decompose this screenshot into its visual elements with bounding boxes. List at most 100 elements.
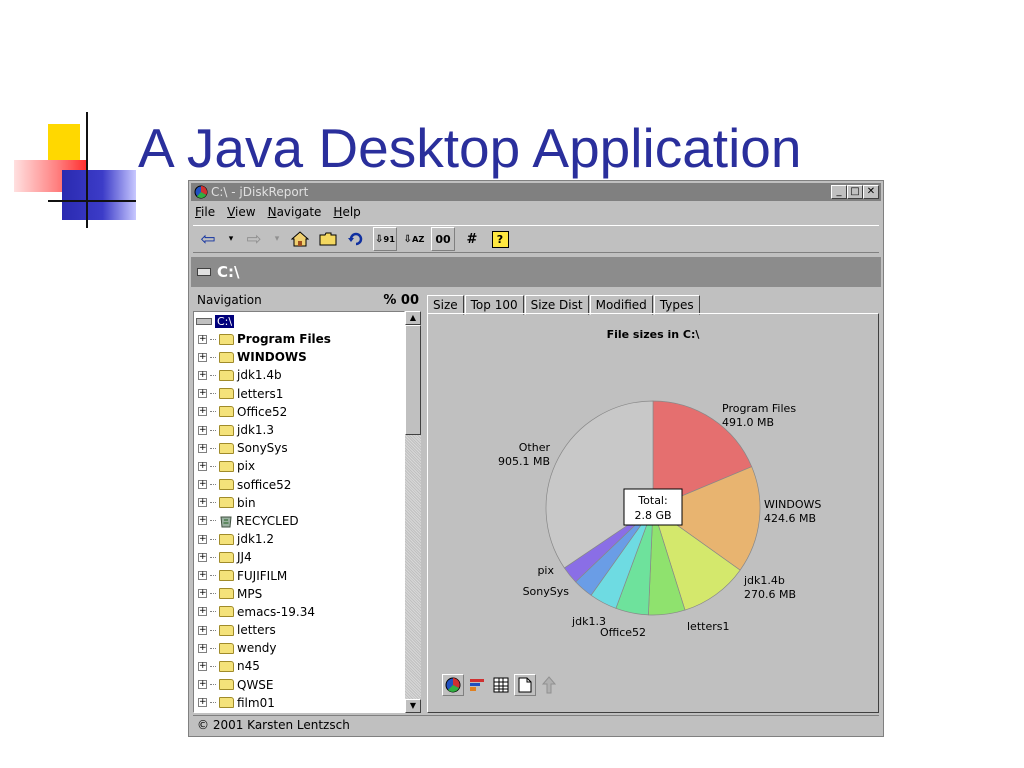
expand-icon[interactable]: + (198, 461, 207, 471)
percent-toggle[interactable]: % 00 (383, 293, 419, 308)
close-button[interactable]: ✕ (863, 185, 879, 199)
table-view-icon[interactable] (490, 674, 512, 696)
expand-icon[interactable]: + (198, 516, 207, 526)
back-icon[interactable]: ⇦ (197, 228, 219, 250)
tree-item[interactable]: + QWSE (194, 676, 404, 694)
tree-scrollbar[interactable]: ▲ ▼ (405, 311, 421, 713)
menu-file[interactable]: File (195, 205, 215, 223)
scroll-up-button[interactable]: ▲ (405, 311, 421, 325)
tree-item-label: SonySys (237, 441, 288, 456)
sort-alpha-icon[interactable]: ⇩ A Z (403, 228, 425, 250)
expand-icon[interactable]: + (198, 498, 207, 508)
navigation-header: Navigation % 00 (193, 291, 423, 309)
tree-connector (210, 411, 216, 413)
tree-item[interactable]: + FUJIFILM (194, 566, 404, 584)
expand-icon[interactable]: + (198, 589, 207, 599)
menu-view[interactable]: View (227, 205, 255, 223)
minimize-button[interactable]: _ (831, 185, 847, 199)
expand-icon[interactable]: + (198, 661, 207, 671)
slice-value-label: 491.0 MB (722, 416, 774, 429)
tree-item[interactable]: + RECYCLED (194, 512, 404, 530)
tree-item[interactable]: + SonySys (194, 439, 404, 457)
tree-item[interactable]: + n45 (194, 657, 404, 675)
title-bar[interactable]: C:\ - jDiskReport _ □ ✕ (191, 183, 881, 201)
tree-item-label: n45 (237, 659, 260, 674)
tree-item[interactable]: + MPS (194, 585, 404, 603)
expand-icon[interactable]: + (198, 425, 207, 435)
pie-view-icon[interactable] (442, 674, 464, 696)
expand-icon[interactable]: + (198, 352, 207, 362)
tree-item[interactable]: + bin (194, 494, 404, 512)
tree-item[interactable]: + Program Files (194, 330, 404, 348)
expand-icon[interactable]: + (198, 607, 207, 617)
tree-item[interactable]: + pix (194, 457, 404, 475)
tree-item[interactable]: + soffice52 (194, 476, 404, 494)
tree-item[interactable]: + wendy (194, 639, 404, 657)
tree-item[interactable]: + Office52 (194, 403, 404, 421)
home-icon[interactable] (289, 228, 311, 250)
tree-item[interactable]: + letters (194, 621, 404, 639)
expand-icon[interactable]: + (198, 480, 207, 490)
scroll-thumb[interactable] (405, 325, 421, 435)
tab-types[interactable]: Types (653, 295, 700, 315)
forward-icon[interactable]: ⇨ (243, 228, 265, 250)
expand-icon[interactable]: + (198, 625, 207, 635)
menu-navigate[interactable]: Navigate (268, 205, 322, 223)
tree-item[interactable]: + film01 (194, 694, 404, 712)
tree-item[interactable]: + letters1 (194, 385, 404, 403)
slide-title: A Java Desktop Application (138, 117, 802, 179)
document-icon[interactable] (514, 674, 536, 696)
tree-item-label: FUJIFILM (237, 568, 288, 583)
tree-item-label: film01 (237, 695, 275, 710)
tree-item[interactable]: + emacs-19.34 (194, 603, 404, 621)
scroll-down-button[interactable]: ▼ (405, 699, 421, 713)
slice-label: Program Files (722, 402, 796, 415)
tree-item[interactable]: + WINDOWS (194, 348, 404, 366)
folder-icon (219, 424, 234, 436)
back-dropdown-icon[interactable]: ▾ (225, 228, 237, 250)
chart-area: File sizes in C:\ Program Files 491.0 MB W… (427, 313, 879, 713)
expand-icon[interactable]: + (198, 334, 207, 344)
tree-root[interactable]: C:\ (194, 312, 404, 330)
up-arrow-icon[interactable] (538, 674, 560, 696)
folder-icon[interactable] (317, 228, 339, 250)
expand-icon[interactable]: + (198, 407, 207, 417)
tab-modified[interactable]: Modified (589, 295, 653, 315)
zero-button[interactable]: 00 (431, 227, 455, 251)
tree-item[interactable]: + jdk1.4b (194, 366, 404, 384)
folder-icon (219, 642, 234, 654)
expand-icon[interactable]: + (198, 552, 207, 562)
tree-item-label: wendy (237, 641, 277, 656)
tree-item-label: MPS (237, 586, 263, 601)
maximize-button[interactable]: □ (847, 185, 863, 199)
folder-icon (219, 533, 234, 545)
bar-view-icon[interactable] (466, 674, 488, 696)
menu-help[interactable]: Help (333, 205, 360, 223)
tree-item[interactable]: + jdk1.2 (194, 530, 404, 548)
expand-icon[interactable]: + (198, 534, 207, 544)
expand-icon[interactable]: + (198, 370, 207, 380)
navigation-panel: Navigation % 00 C:\ + Program Files + WINDO… (193, 291, 423, 713)
tab-top-100[interactable]: Top 100 (464, 295, 524, 315)
refresh-icon[interactable] (345, 228, 367, 250)
help-icon[interactable]: ? (489, 228, 511, 250)
tree-item[interactable]: + JJ4 (194, 548, 404, 566)
window-title: C:\ - jDiskReport (211, 185, 309, 199)
expand-icon[interactable]: + (198, 680, 207, 690)
tab-size[interactable]: Size (427, 295, 464, 315)
tree-item[interactable]: + jdk1.3 (194, 421, 404, 439)
toolbar: ⇦ ▾ ⇨ ▾ ⇩ 9 1 ⇩ A Z 00 # ? (193, 225, 879, 253)
expand-icon[interactable]: + (198, 443, 207, 453)
tree-connector (210, 447, 216, 449)
forward-dropdown-icon[interactable]: ▾ (271, 228, 283, 250)
expand-icon[interactable]: + (198, 698, 207, 708)
hash-button[interactable]: # (461, 228, 483, 250)
tree-connector (210, 593, 216, 595)
expand-icon[interactable]: + (198, 389, 207, 399)
tab-size-dist[interactable]: Size Dist (524, 295, 589, 315)
pie-chart: Program Files491.0 MB WINDOWS424.6 MB jdk1… (498, 400, 821, 639)
expand-icon[interactable]: + (198, 643, 207, 653)
expand-icon[interactable]: + (198, 571, 207, 581)
sort-numeric-icon[interactable]: ⇩ 9 1 (373, 227, 397, 251)
drive-icon (196, 317, 212, 325)
